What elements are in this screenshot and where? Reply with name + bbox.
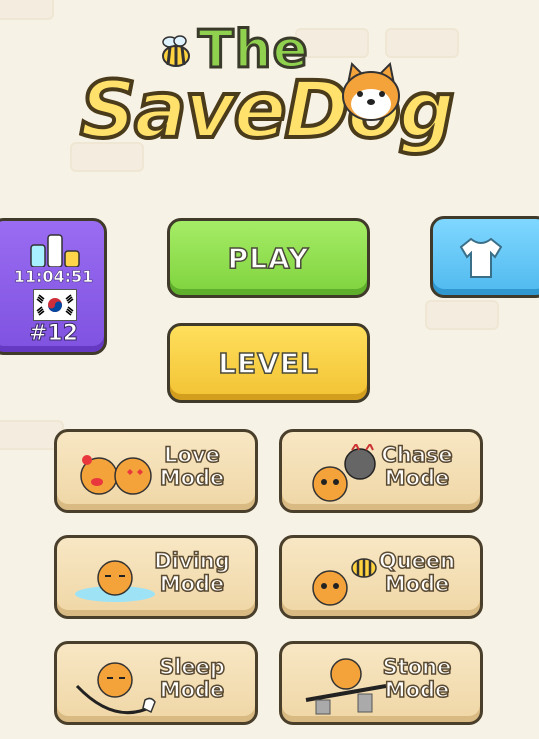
background-brick: [425, 300, 499, 330]
mode-line1: Diving: [154, 549, 231, 574]
skin-shop-button[interactable]: [430, 216, 539, 298]
shiba-dog-icon: [342, 61, 400, 121]
mode-line1: Stone: [382, 655, 452, 680]
level-button[interactable]: LEVEL: [167, 323, 370, 403]
stone-mode-button[interactable]: Stone Mode: [279, 641, 483, 725]
mode-line2: Mode: [159, 678, 225, 703]
ranking-number: #12: [28, 321, 79, 347]
ranking-timer: 11:04:51: [13, 267, 94, 287]
queen-mode-label: Queen Mode: [372, 549, 462, 597]
diving-mode-button[interactable]: Diving Mode: [54, 535, 258, 619]
background-brick: [0, 0, 54, 20]
leaderboard-icon: [30, 234, 80, 267]
sleep-mode-button[interactable]: Sleep Mode: [54, 641, 258, 725]
mode-line1: Love: [163, 443, 220, 468]
love-mode-button[interactable]: Love Mode: [54, 429, 258, 513]
mode-line1: Queen: [378, 549, 456, 574]
game-logo: The SaveDog: [78, 19, 460, 160]
queen-mode-button[interactable]: Queen Mode: [279, 535, 483, 619]
mode-line2: Mode: [384, 678, 450, 703]
ranking-panel[interactable]: 11:04:51 #12: [0, 218, 107, 355]
chase-mode-label: Chase Mode: [372, 443, 462, 491]
mode-line2: Mode: [159, 572, 225, 597]
bee-icon: [162, 35, 190, 67]
love-mode-label: Love Mode: [147, 443, 237, 491]
sleep-mode-label: Sleep Mode: [147, 655, 237, 703]
mode-line2: Mode: [384, 572, 450, 597]
chase-mode-button[interactable]: Chase Mode: [279, 429, 483, 513]
stone-mode-label: Stone Mode: [372, 655, 462, 703]
mode-line1: Sleep: [158, 655, 225, 680]
diving-mode-label: Diving Mode: [147, 549, 237, 597]
shirt-icon: [459, 237, 503, 278]
mode-line2: Mode: [384, 466, 450, 491]
south-korea-flag-icon: [33, 289, 77, 321]
mode-line1: Chase: [381, 443, 454, 468]
mode-line2: Mode: [159, 466, 225, 491]
play-button[interactable]: PLAY: [167, 218, 370, 298]
